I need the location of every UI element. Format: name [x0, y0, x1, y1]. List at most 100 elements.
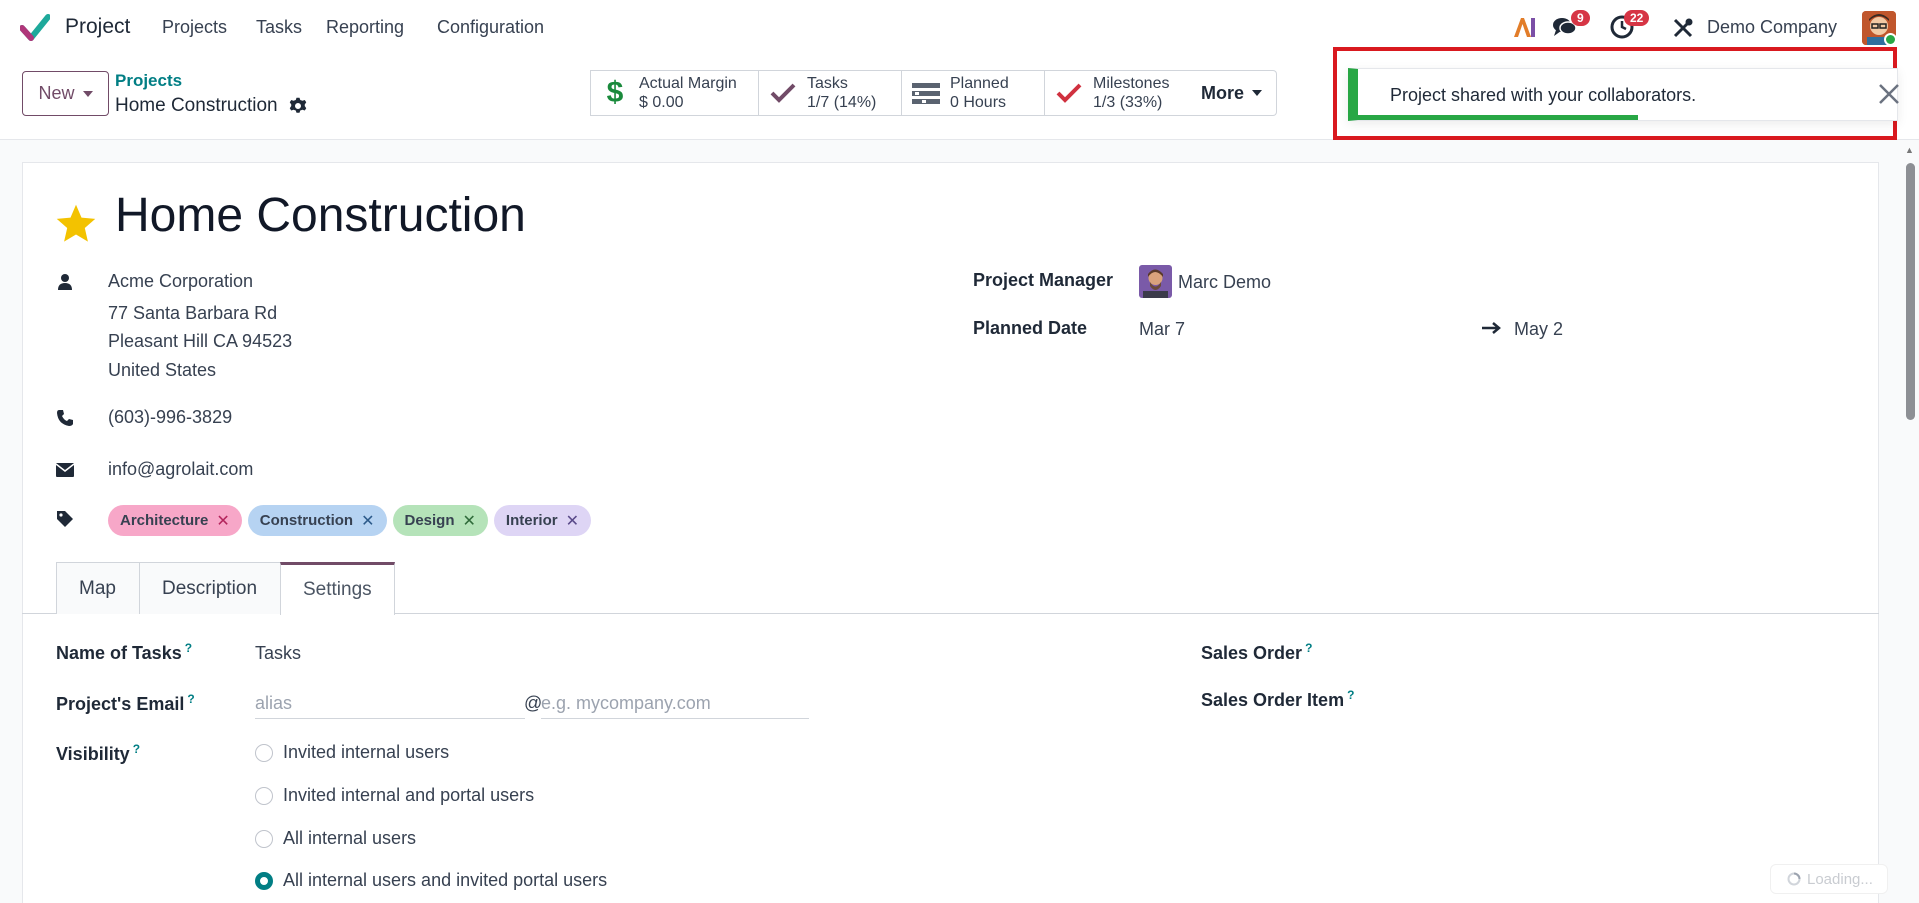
stat-label: Milestones — [1093, 75, 1170, 92]
visibility-radio-selected[interactable] — [255, 872, 273, 890]
breadcrumb-projects[interactable]: Projects — [115, 71, 182, 91]
planning-icon — [912, 82, 940, 104]
favorite-star-icon[interactable] — [54, 202, 98, 246]
address-line: Pleasant Hill CA 94523 — [108, 331, 293, 351]
project-manager-label: Project Manager — [973, 270, 1114, 290]
menu-reporting[interactable]: Reporting — [326, 17, 404, 38]
label-text: Name of Tasks — [56, 643, 182, 663]
date-end[interactable]: May 2 — [1514, 319, 1563, 340]
tools-icon[interactable] — [1672, 17, 1694, 39]
planned-date-label: Planned Date — [973, 318, 1088, 338]
phone-icon — [57, 410, 73, 426]
phone-number[interactable]: (603)-996-3829 — [108, 407, 232, 428]
label-text: Visibility — [56, 744, 130, 764]
stat-actual-margin[interactable]: $ Actual Margin $ 0.00 — [590, 70, 758, 116]
help-icon[interactable]: ? — [1347, 688, 1354, 702]
stat-value: 1/7 (14%) — [807, 94, 877, 111]
messages-badge: 9 — [1571, 10, 1590, 26]
gear-icon[interactable] — [289, 97, 307, 115]
tag-construction[interactable]: Construction ✕ — [247, 505, 387, 536]
app-name[interactable]: Project — [65, 15, 130, 39]
label-text: Project's Email — [56, 694, 185, 714]
menu-configuration[interactable]: Configuration — [437, 17, 544, 38]
date-start[interactable]: Mar 7 — [1139, 319, 1185, 340]
name-of-tasks-value[interactable]: Tasks — [255, 643, 301, 664]
more-button[interactable]: More — [1187, 70, 1278, 116]
name-of-tasks-label: Name of Tasks? — [56, 641, 192, 664]
help-icon[interactable]: ? — [1305, 641, 1312, 655]
visibility-option[interactable]: Invited internal and portal users — [283, 785, 534, 806]
help-icon[interactable]: ? — [187, 692, 194, 706]
tag-label: Construction — [259, 512, 354, 529]
remove-tag-icon[interactable]: ✕ — [216, 511, 229, 531]
new-button[interactable]: New — [22, 71, 109, 116]
project-app-icon[interactable] — [20, 14, 50, 42]
address-line: 77 Santa Barbara Rd — [108, 303, 278, 323]
tab-map[interactable]: Map — [56, 562, 140, 614]
loading-text: Loading... — [1807, 870, 1873, 888]
stat-milestones[interactable]: Milestones 1/3 (33%) — [1044, 70, 1187, 116]
spinner-icon — [1787, 872, 1801, 886]
stat-label: Actual Margin — [639, 75, 737, 92]
ai-icon[interactable] — [1512, 16, 1536, 38]
notebook-tabs: Map Description Settings — [56, 562, 395, 615]
scrollbar-thumb[interactable] — [1906, 163, 1915, 420]
menu-tasks[interactable]: Tasks — [256, 17, 302, 38]
tab-label: Map — [79, 577, 116, 599]
tag-interior[interactable]: Interior ✕ — [493, 505, 592, 536]
sales-order-label: Sales Order? — [1201, 641, 1312, 664]
tab-label: Settings — [303, 579, 372, 600]
customer-name[interactable]: Acme Corporation — [108, 271, 253, 292]
address-line: United States — [108, 360, 217, 380]
visibility-radio[interactable] — [255, 744, 273, 762]
stat-value: 1/3 (33%) — [1093, 94, 1163, 111]
sales-order-item-label: Sales Order Item? — [1201, 688, 1354, 711]
tag-label: Architecture — [120, 512, 209, 529]
domain-input[interactable]: e.g. mycompany.com — [541, 693, 711, 714]
stat-label: Planned — [950, 75, 1009, 92]
visibility-option[interactable]: Invited internal users — [283, 742, 449, 763]
stat-tasks[interactable]: Tasks 1/7 (14%) — [758, 70, 901, 116]
more-label: More — [1201, 82, 1245, 103]
domain-input-underline — [541, 718, 809, 719]
remove-tag-icon[interactable]: ✕ — [566, 511, 579, 531]
tag-design[interactable]: Design ✕ — [392, 505, 488, 536]
tag-architecture[interactable]: Architecture ✕ — [108, 505, 242, 536]
check-icon — [1055, 83, 1083, 103]
visibility-option[interactable]: All internal users — [283, 828, 416, 849]
menu-projects[interactable]: Projects — [162, 17, 227, 38]
visibility-option[interactable]: All internal users and invited portal us… — [283, 870, 607, 891]
stat-value: 0 Hours — [950, 94, 1007, 111]
tab-settings[interactable]: Settings — [280, 562, 395, 615]
new-button-label: New — [38, 83, 75, 103]
alias-input[interactable]: alias — [255, 693, 292, 714]
tag-icon — [57, 511, 73, 527]
email-address[interactable]: info@agrolait.com — [108, 459, 253, 480]
close-icon[interactable] — [1877, 82, 1901, 106]
user-icon — [58, 274, 72, 290]
remove-tag-icon[interactable]: ✕ — [361, 511, 374, 531]
project-manager[interactable]: Marc Demo — [1178, 272, 1271, 293]
remove-tag-icon[interactable]: ✕ — [463, 511, 476, 531]
stat-label: Tasks — [807, 75, 848, 92]
help-icon[interactable]: ? — [185, 641, 192, 655]
stat-planned[interactable]: Planned 0 Hours — [901, 70, 1044, 116]
label-text: Sales Order — [1201, 643, 1303, 663]
tag-label: Design — [404, 512, 455, 529]
envelope-icon — [56, 463, 74, 477]
project-title[interactable]: Home Construction — [115, 188, 526, 243]
activities-badge: 22 — [1624, 10, 1650, 26]
manager-avatar — [1139, 265, 1172, 298]
visibility-radio[interactable] — [255, 787, 273, 805]
tab-label: Description — [162, 577, 258, 599]
check-icon — [769, 83, 797, 103]
tag-label: Interior — [505, 512, 558, 529]
help-icon[interactable]: ? — [133, 742, 140, 756]
notification-message: Project shared with your collaborators. — [1390, 85, 1697, 105]
label-text: Sales Order Item — [1201, 690, 1345, 710]
scroll-up-icon[interactable]: ▲ — [1905, 145, 1914, 155]
tab-description[interactable]: Description — [139, 562, 281, 614]
online-status-dot — [1884, 33, 1897, 46]
company-switcher[interactable]: Demo Company — [1707, 17, 1837, 38]
visibility-radio[interactable] — [255, 830, 273, 848]
